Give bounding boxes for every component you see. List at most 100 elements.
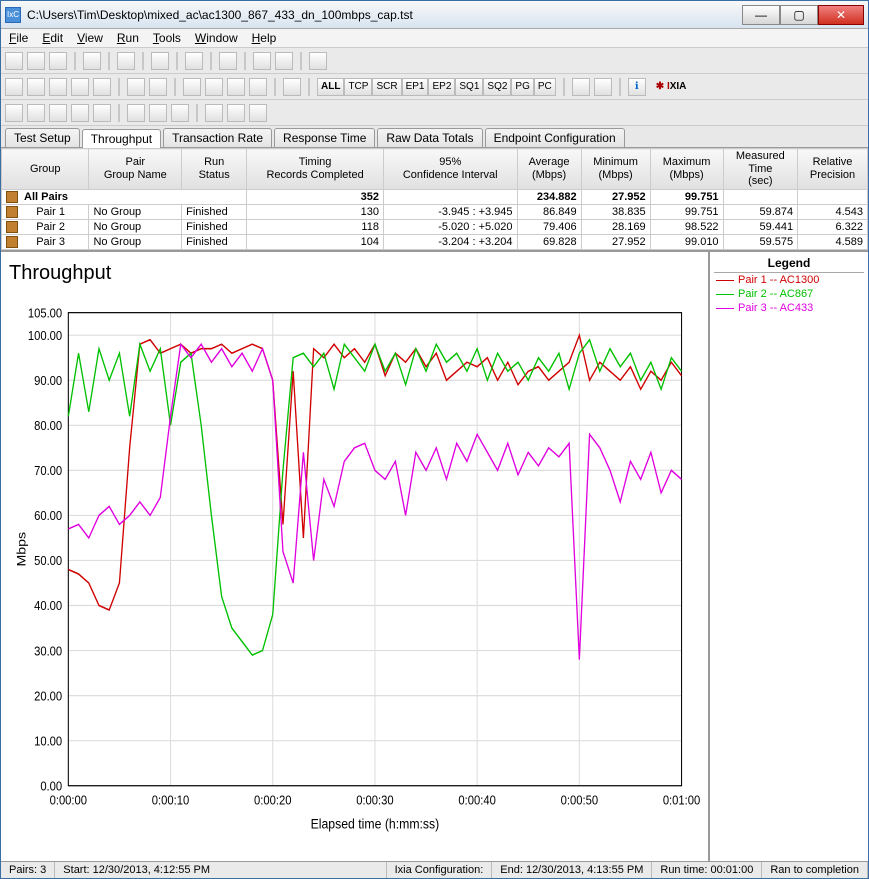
svg-text:Mbps: Mbps — [14, 532, 28, 567]
chart-title: Throughput — [9, 262, 700, 285]
status-runtime: Run time: 00:01:00 — [652, 862, 762, 878]
tool-icon[interactable] — [127, 104, 145, 122]
tool-icon[interactable] — [171, 104, 189, 122]
filter-pg[interactable]: PG — [511, 78, 533, 96]
tool-icon[interactable] — [127, 78, 145, 96]
legend-item: Pair 2 -- AC867 — [714, 287, 864, 301]
table-row[interactable]: Pair 1No GroupFinished130-3.945 : +3.945… — [2, 205, 868, 220]
filter-pc[interactable]: PC — [534, 78, 556, 96]
grid-header[interactable]: Group — [2, 149, 89, 190]
svg-text:Elapsed time (h:mm:ss): Elapsed time (h:mm:ss) — [311, 816, 440, 832]
menu-help[interactable]: Help — [252, 31, 277, 45]
tool-icon[interactable] — [309, 52, 327, 70]
maximize-button[interactable]: ▢ — [780, 5, 818, 25]
tool-icon[interactable] — [572, 78, 590, 96]
chart-area: Throughput 0.0010.0020.0030.0040.0050.00… — [1, 252, 708, 861]
tool-icon[interactable] — [149, 78, 167, 96]
filter-ep1[interactable]: EP1 — [402, 78, 429, 96]
grid-header[interactable]: Maximum(Mbps) — [650, 149, 723, 190]
tool-icon[interactable] — [5, 104, 23, 122]
titlebar: IxC C:\Users\Tim\Desktop\mixed_ac\ac1300… — [1, 1, 868, 29]
brand-logo: ✱ IXIA — [656, 81, 687, 92]
copy-icon[interactable] — [185, 52, 203, 70]
new-icon[interactable] — [5, 52, 23, 70]
menu-run[interactable]: Run — [117, 31, 139, 45]
menu-edit[interactable]: Edit — [42, 31, 63, 45]
tool-icon[interactable] — [71, 78, 89, 96]
tab-response-time[interactable]: Response Time — [274, 128, 375, 147]
tool-icon[interactable] — [249, 104, 267, 122]
grid-summary-row[interactable]: All Pairs352234.88227.95299.751 — [2, 189, 868, 204]
table-row[interactable]: Pair 2No GroupFinished118-5.020 : +5.020… — [2, 220, 868, 235]
svg-text:100.00: 100.00 — [28, 328, 63, 343]
table-row[interactable]: Pair 3No GroupFinished104-3.204 : +3.204… — [2, 235, 868, 250]
tool-icon[interactable] — [49, 78, 67, 96]
tool-icon[interactable] — [149, 104, 167, 122]
filter-tcp[interactable]: TCP — [344, 78, 372, 96]
close-button[interactable]: ✕ — [818, 5, 864, 25]
grid-header[interactable]: Average(Mbps) — [517, 149, 581, 190]
toolbar-2: ALLTCPSCREP1EP2SQ1SQ2PGPC ℹ ✱ IXIA — [1, 74, 868, 100]
print-icon[interactable] — [83, 52, 101, 70]
grid-header[interactable]: MeasuredTime(sec) — [723, 149, 798, 190]
tab-raw-data-totals[interactable]: Raw Data Totals — [377, 128, 482, 147]
svg-text:0:00:50: 0:00:50 — [561, 793, 599, 808]
arrow-icon[interactable] — [219, 52, 237, 70]
tab-transaction-rate[interactable]: Transaction Rate — [163, 128, 272, 147]
filter-ep2[interactable]: EP2 — [428, 78, 455, 96]
grid-header[interactable]: RelativePrecision — [798, 149, 868, 190]
status-result: Ran to completion — [762, 862, 868, 878]
tab-endpoint-configuration[interactable]: Endpoint Configuration — [485, 128, 625, 147]
minimize-button[interactable]: — — [742, 5, 780, 25]
info-icon[interactable]: ℹ — [628, 78, 646, 96]
status-start: Start: 12/30/2013, 4:12:55 PM — [55, 862, 386, 878]
grid-header[interactable]: Minimum(Mbps) — [581, 149, 650, 190]
tool-icon[interactable] — [93, 104, 111, 122]
tool-icon[interactable] — [205, 104, 223, 122]
throughput-chart: 0.0010.0020.0030.0040.0050.0060.0070.008… — [7, 289, 702, 857]
filter-all[interactable]: ALL — [317, 78, 344, 96]
svg-text:30.00: 30.00 — [34, 644, 62, 659]
svg-text:0:00:30: 0:00:30 — [356, 793, 394, 808]
tool-icon[interactable] — [249, 78, 267, 96]
open-icon[interactable] — [27, 52, 45, 70]
filter-scr[interactable]: SCR — [372, 78, 401, 96]
tool-icon[interactable] — [5, 78, 23, 96]
grid-header[interactable]: PairGroup Name — [89, 149, 182, 190]
tab-throughput[interactable]: Throughput — [82, 129, 161, 148]
run-icon[interactable] — [117, 52, 135, 70]
tool-icon[interactable] — [253, 52, 271, 70]
tool-icon[interactable] — [227, 78, 245, 96]
save-icon[interactable] — [49, 52, 67, 70]
content-pane: Throughput 0.0010.0020.0030.0040.0050.00… — [1, 251, 868, 861]
filter-sq2[interactable]: SQ2 — [483, 78, 511, 96]
menu-tools[interactable]: Tools — [153, 31, 181, 45]
tool-icon[interactable] — [93, 78, 111, 96]
menu-window[interactable]: Window — [195, 31, 238, 45]
grid-header[interactable]: TimingRecords Completed — [247, 149, 384, 190]
tool-icon[interactable] — [27, 104, 45, 122]
stop-icon[interactable] — [151, 52, 169, 70]
tool-icon[interactable] — [594, 78, 612, 96]
status-end: End: 12/30/2013, 4:13:55 PM — [492, 862, 652, 878]
tab-test-setup[interactable]: Test Setup — [5, 128, 80, 147]
svg-text:80.00: 80.00 — [34, 419, 62, 434]
tool-icon[interactable] — [183, 78, 201, 96]
window-title: C:\Users\Tim\Desktop\mixed_ac\ac1300_867… — [27, 8, 742, 22]
filter-sq1[interactable]: SQ1 — [455, 78, 483, 96]
tool-icon[interactable] — [49, 104, 67, 122]
grid-header[interactable]: 95%Confidence Interval — [383, 149, 517, 190]
app-window: IxC C:\Users\Tim\Desktop\mixed_ac\ac1300… — [0, 0, 869, 879]
tool-icon[interactable] — [275, 52, 293, 70]
tool-icon[interactable] — [227, 104, 245, 122]
menu-file[interactable]: File — [9, 31, 28, 45]
menu-view[interactable]: View — [77, 31, 103, 45]
svg-text:10.00: 10.00 — [34, 734, 62, 749]
tool-icon[interactable] — [205, 78, 223, 96]
tabbar: Test SetupThroughputTransaction RateResp… — [1, 126, 868, 148]
svg-text:105.00: 105.00 — [28, 306, 63, 321]
grid-header[interactable]: RunStatus — [182, 149, 247, 190]
tool-icon[interactable] — [283, 78, 301, 96]
tool-icon[interactable] — [27, 78, 45, 96]
tool-icon[interactable] — [71, 104, 89, 122]
